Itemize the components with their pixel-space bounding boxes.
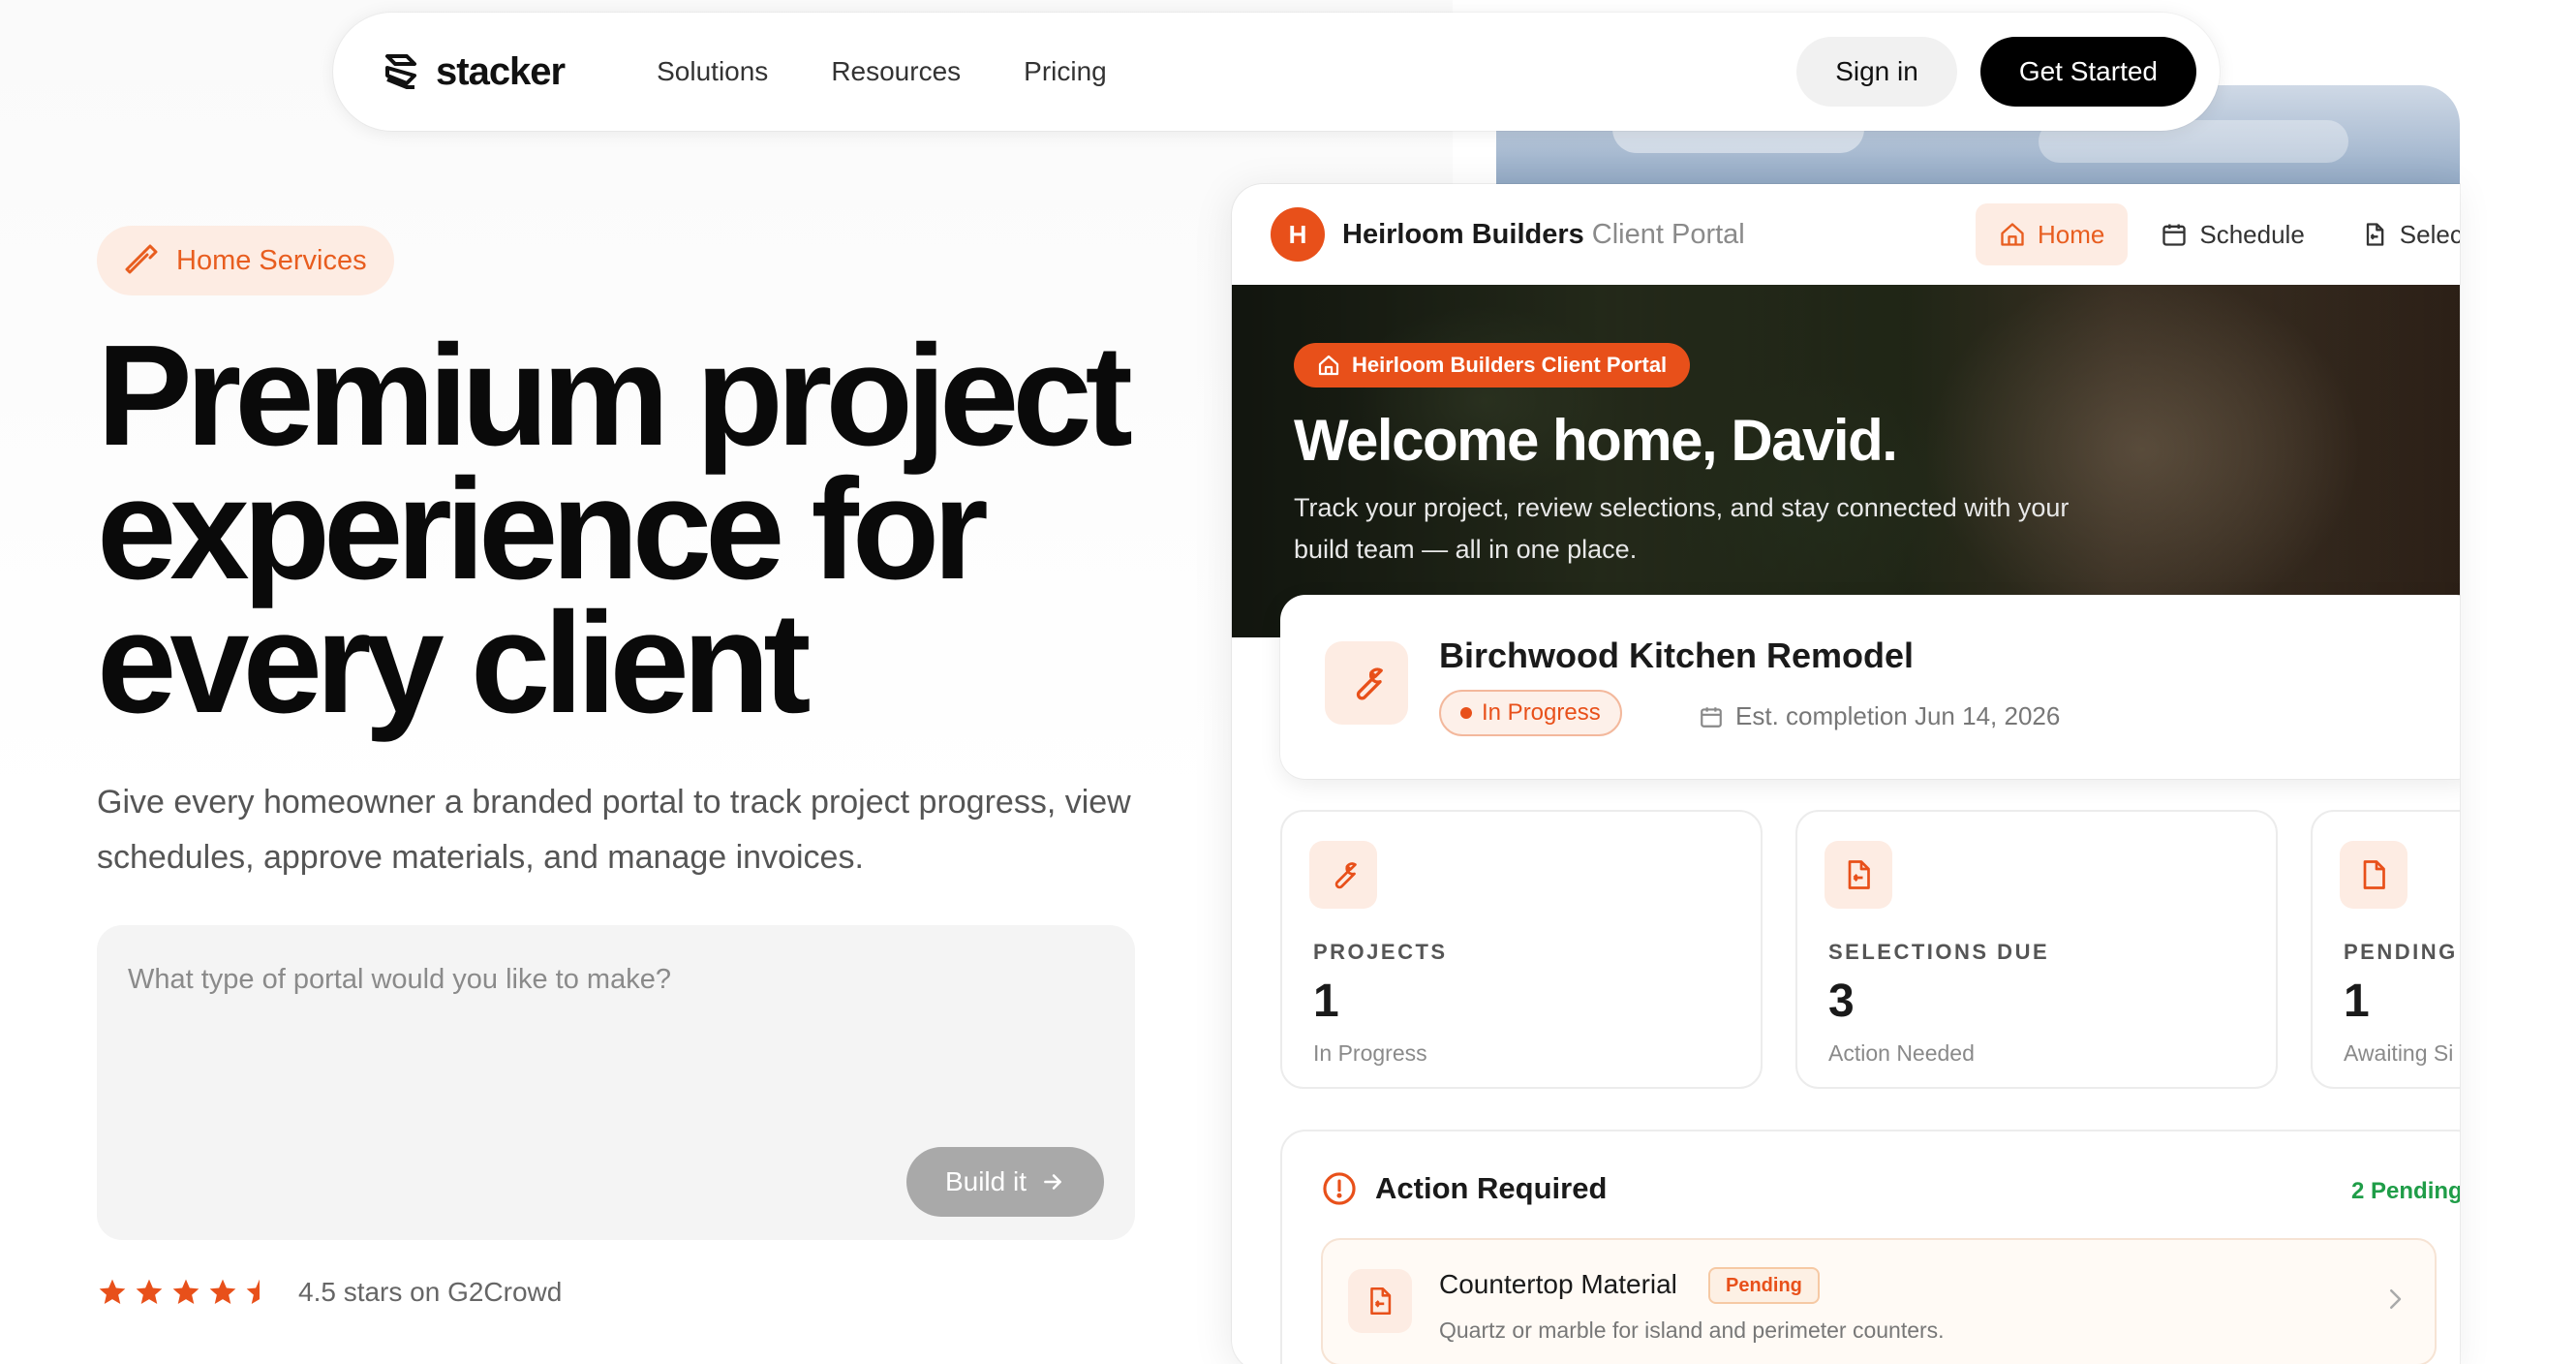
file-swap-icon [1848,860,1870,889]
stat-sub: Awaiting Si [2344,1040,2454,1066]
hero-subtitle: Give every homeowner a branded portal to… [97,784,1131,876]
alert-circle-icon [1323,1172,1356,1205]
star-icon [99,1279,126,1304]
stat-value: 1 [2344,976,2370,1027]
hammer-icon [125,244,158,274]
build-it-label: Build it [944,1166,1027,1196]
brand-avatar: H [1271,207,1325,262]
action-item[interactable]: Countertop Material Pending Quartz or ma… [1321,1238,2437,1364]
home-icon [1318,355,1339,376]
portal-nav-schedule-label: Schedule [2199,219,2305,249]
welcome-hero-image: Heirloom Builders Client Portal Welcome … [1232,285,2460,637]
stat-sub: In Progress [1313,1040,1427,1066]
stat-label: PENDING I [2344,940,2460,964]
stat-card-pending[interactable]: PENDING I 1 Awaiting Si [2311,810,2460,1089]
category-pill[interactable]: Home Services [97,226,394,295]
portal-prompt-input[interactable]: What type of portal would you like to ma… [97,925,1135,1240]
sign-in-button[interactable]: Sign in [1796,37,1957,107]
stacker-logo[interactable]: stacker [378,48,566,95]
pending-count: 2 Pending [2351,1178,2460,1204]
estimated-completion-text: Est. completion Jun 14, 2026 [1735,701,2061,730]
arrow-right-icon [1044,1174,1061,1190]
star-rating [97,1277,275,1308]
welcome-overlay: Heirloom Builders Client Portal Welcome … [1294,343,2127,571]
portal-nav-home-label: Home [2038,219,2105,249]
project-icon-tile [1325,641,1408,725]
stat-card-projects[interactable]: PROJECTS 1 In Progress [1280,810,1763,1089]
portal-badge: Heirloom Builders Client Portal [1294,343,1691,388]
project-title: Birchwood Kitchen Remodel [1439,636,1915,675]
nav-links: Solutions Resources Pricing [657,56,1107,87]
welcome-heading: Welcome home, David. [1294,408,1898,473]
wrench-icon [1356,667,1383,700]
prompt-placeholder: What type of portal would you like to ma… [128,964,671,995]
stat-icon-tile [2340,841,2407,909]
portal-nav-selections-label: Selecti [2399,219,2460,249]
stat-icon-tile [1825,841,1892,909]
nav-link-solutions[interactable]: Solutions [657,56,768,87]
rating-text: 4.5 stars on G2Crowd [298,1277,563,1307]
hero-title-line-1: Premium project [97,316,1133,476]
chevron-right-icon [2390,1289,2402,1309]
hero-title-line-2: experience for [97,450,989,609]
stat-value: 3 [1828,976,1855,1027]
file-swap-icon [2366,223,2384,246]
portal-nav-home[interactable]: Home [1976,203,2129,265]
rating: 4.5 stars on G2Crowd [97,1277,562,1308]
home-icon [2001,223,2024,246]
star-icon [209,1279,236,1304]
action-item-title: Countertop Material [1439,1269,1677,1299]
action-required-card: Action Required 2 Pending Countertop Mat… [1280,1130,2460,1364]
portal-nav-schedule[interactable]: Schedule [2137,203,2327,265]
stat-value: 1 [1313,976,1339,1027]
nav-link-pricing[interactable]: Pricing [1024,56,1107,87]
stat-card-selections[interactable]: SELECTIONS DUE 3 Action Needed [1795,810,2278,1089]
action-header: Action Required [1321,1170,1607,1207]
action-title: Action Required [1375,1171,1608,1205]
welcome-subtitle: Track your project, review selections, a… [1294,493,2070,564]
stat-sub: Action Needed [1828,1040,1975,1066]
status-dot [1460,707,1472,719]
wrench-icon [1334,862,1357,889]
logo-text: stacker [436,49,566,93]
page: stacker Solutions Resources Pricing Sign… [0,0,2576,1364]
file-swap-icon [1370,1286,1392,1316]
brand-subtitle: Client Portal [1591,218,1745,250]
portal-nav-selections[interactable]: Selecti [2338,203,2460,265]
portal-header: H Heirloom Builders Client Portal Home S… [1232,184,2460,285]
portal-nav: Home Schedule Selecti [1976,203,2460,265]
calendar-icon [2162,224,2187,246]
stacker-logo-icon [385,54,416,89]
action-item-icon-tile [1348,1269,1412,1333]
status-badge: In Progress [1439,690,1622,736]
estimated-completion: Est. completion Jun 14, 2026 [1699,701,2060,731]
category-pill-label: Home Services [176,244,367,276]
action-item-badge: Pending [1708,1267,1820,1304]
brand-name: Heirloom Builders [1342,218,1584,250]
client-portal-preview: H Heirloom Builders Client Portal Home S… [1232,184,2460,1364]
top-navbar: stacker Solutions Resources Pricing Sign… [333,13,2220,131]
calendar-icon [1701,706,1722,728]
get-started-button[interactable]: Get Started [1979,37,2196,107]
star-icon [172,1279,199,1304]
nav-link-resources[interactable]: Resources [831,56,961,87]
star-icon [136,1279,163,1304]
status-label: In Progress [1482,699,1601,726]
half-star-icon [246,1279,260,1304]
stat-label: SELECTIONS DUE [1828,940,2050,964]
project-card[interactable]: Birchwood Kitchen Remodel In Progress Es… [1280,595,2460,779]
hero-title: Premium project experience for every cli… [97,316,1220,743]
stat-icon-tile [1309,841,1377,909]
action-item-description: Quartz or marble for island and perimete… [1439,1318,1945,1343]
nav-actions: Sign in Get Started [1796,37,2196,107]
hero-title-line-3: every client [97,583,812,743]
stats-row: PROJECTS 1 In Progress SELECTIONS DUE 3 … [1280,810,2460,1089]
document-icon [2363,860,2385,889]
stat-label: PROJECTS [1313,940,1448,964]
portal-badge-label: Heirloom Builders Client Portal [1352,353,1668,377]
build-it-button[interactable]: Build it [905,1147,1104,1217]
